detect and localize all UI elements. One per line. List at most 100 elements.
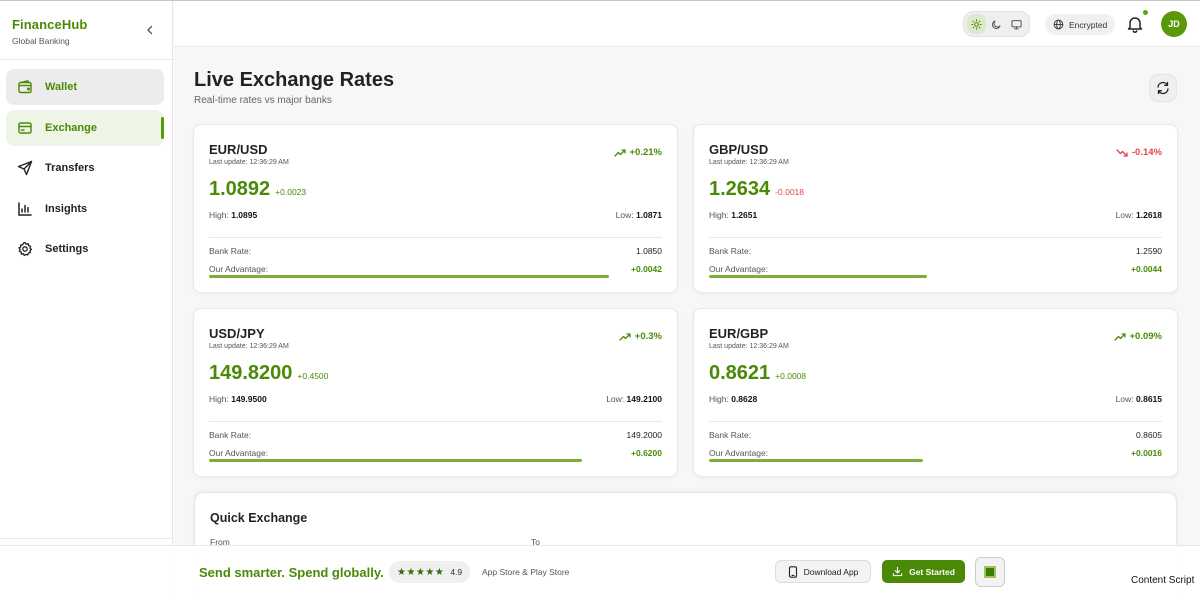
rate-card-eur-gbp[interactable]: EUR/GBP Last update: 12:36:29 AM +0.09% … (693, 308, 1178, 477)
change-percent: +0.21% (613, 147, 662, 158)
encrypted-label: Encrypted (1069, 19, 1108, 30)
rate-value: 1.2634 (709, 178, 771, 200)
encrypted-badge: Encrypted (1045, 14, 1116, 35)
last-update: Last update: 12:36:29 AM (709, 159, 789, 166)
rate-card-eur-usd[interactable]: EUR/USD Last update: 12:36:29 AM +0.21% … (193, 124, 678, 293)
high-number: 1.2651 (731, 210, 758, 220)
low-value: Low: 149.2100 (606, 394, 662, 404)
download-app-button[interactable]: Download App (775, 560, 871, 583)
rate-delta: -0.0018 (775, 187, 805, 197)
last-update: Last update: 12:36:29 AM (209, 343, 289, 350)
quick-exchange-title: Quick Exchange (210, 511, 308, 525)
notifications-button[interactable] (1125, 14, 1145, 34)
bank-rate-value: 1.0850 (636, 246, 662, 256)
download-app-label: Download App (803, 566, 859, 577)
change-percent: +0.09% (1113, 331, 1163, 342)
trend-up-icon (613, 148, 626, 157)
sidebar-nav: Wallet Exchange Transfers Insights Setti… (6, 69, 164, 272)
rate-value: 0.8621 (709, 362, 771, 384)
high-value: High: 149.9500 (209, 394, 267, 404)
phone-icon (788, 565, 797, 578)
wallet-icon (17, 79, 33, 95)
rate-row: 1.0892 +0.0023 (209, 178, 306, 201)
download-icon (892, 566, 903, 577)
advantage-label: Our Advantage: (709, 448, 769, 458)
bank-rate-label: Bank Rate: (209, 246, 252, 256)
advantage-value: +0.6200 (631, 448, 662, 458)
notification-dot (1142, 9, 1149, 16)
low-label: Low: (1115, 394, 1134, 404)
high-label: High: (209, 210, 229, 220)
rate-value: 1.0892 (209, 178, 271, 200)
currency-pair: USD/JPY (209, 326, 265, 341)
page-subtitle: Real-time rates vs major banks (194, 95, 332, 106)
avatar[interactable]: JD (1161, 11, 1187, 37)
sidebar-item-insights[interactable]: Insights (6, 191, 164, 227)
rate-card-usd-jpy[interactable]: USD/JPY Last update: 12:36:29 AM +0.3% 1… (193, 308, 678, 477)
rate-delta: +0.4500 (297, 371, 329, 381)
brand-name: FinanceHub (12, 17, 88, 32)
bank-rate-value: 149.2000 (626, 430, 662, 440)
globe-icon (1053, 19, 1064, 30)
rating-value: 4.9 (450, 567, 463, 577)
sidebar-item-label: Wallet (45, 81, 77, 93)
change-value: +0.09% (1129, 331, 1163, 342)
advantage-value: +0.0016 (1131, 448, 1162, 458)
star-rating-icon: ★★★★★ (397, 566, 445, 578)
bank-rate-value: 0.8605 (1136, 430, 1162, 440)
collapse-sidebar-button[interactable] (143, 23, 157, 37)
trend-up-icon (619, 332, 631, 341)
high-label: High: (709, 210, 729, 220)
refresh-button[interactable] (1149, 74, 1177, 102)
stop-icon (984, 566, 996, 578)
refresh-icon (1157, 81, 1169, 95)
bar-chart-icon (17, 201, 33, 217)
advantage-bar (709, 459, 923, 462)
sidebar-footer-divider (0, 538, 173, 539)
dark-theme-button[interactable] (987, 14, 1006, 34)
sidebar-item-label: Settings (45, 243, 89, 255)
low-number: 149.2100 (626, 394, 662, 404)
top-header: Encrypted JD (174, 1, 1200, 47)
monitor-icon (1011, 19, 1022, 29)
card-divider (209, 237, 662, 238)
change-percent: +0.3% (619, 331, 662, 342)
rate-delta: +0.0023 (275, 187, 307, 197)
get-started-label: Get Started (909, 566, 955, 577)
advantage-label: Our Advantage: (709, 264, 769, 274)
low-value: Low: 0.8615 (1116, 394, 1162, 404)
sidebar-item-label: Transfers (45, 162, 95, 174)
rate-row: 149.8200 +0.4500 (209, 362, 328, 385)
store-availability: App Store & Play Store (482, 567, 570, 577)
system-theme-button[interactable] (1007, 14, 1026, 34)
sidebar-item-transfers[interactable]: Transfers (6, 150, 164, 186)
high-value: High: 0.8628 (709, 394, 757, 404)
sidebar-item-label: Exchange (45, 121, 97, 134)
sidebar-item-wallet[interactable]: Wallet (6, 69, 164, 105)
sidebar-item-exchange[interactable]: Exchange (6, 109, 164, 146)
card-divider (709, 421, 1162, 422)
bank-rate-value: 1.2590 (1136, 246, 1162, 256)
high-number: 149.9500 (231, 394, 267, 404)
bell-icon (1127, 17, 1143, 33)
main-content: Live Exchange Rates Real-time rates vs m… (174, 47, 1200, 593)
promo-banner: Send smarter. Spend globally. ★★★★★ 4.9 … (0, 545, 1200, 593)
high-number: 1.0895 (231, 210, 258, 220)
light-theme-button[interactable] (967, 14, 986, 34)
low-number: 1.0871 (636, 210, 662, 220)
get-started-button[interactable]: Get Started (882, 560, 965, 583)
gear-icon (17, 241, 33, 257)
bank-rate-label: Bank Rate: (709, 246, 752, 256)
advantage-bar (709, 275, 927, 278)
sidebar-item-label: Insights (45, 202, 88, 215)
last-update: Last update: 12:36:29 AM (709, 343, 789, 350)
currency-pair: GBP/USD (709, 142, 769, 157)
low-value: Low: 1.2618 (1116, 210, 1162, 220)
sidebar-item-settings[interactable]: Settings (6, 231, 164, 267)
low-number: 1.2618 (1136, 210, 1162, 220)
rate-card-gbp-usd[interactable]: GBP/USD Last update: 12:36:29 AM -0.14% … (693, 124, 1178, 293)
advantage-bar (209, 459, 582, 462)
moon-icon (992, 20, 1001, 29)
high-label: High: (209, 394, 229, 404)
stop-button[interactable] (975, 557, 1005, 587)
